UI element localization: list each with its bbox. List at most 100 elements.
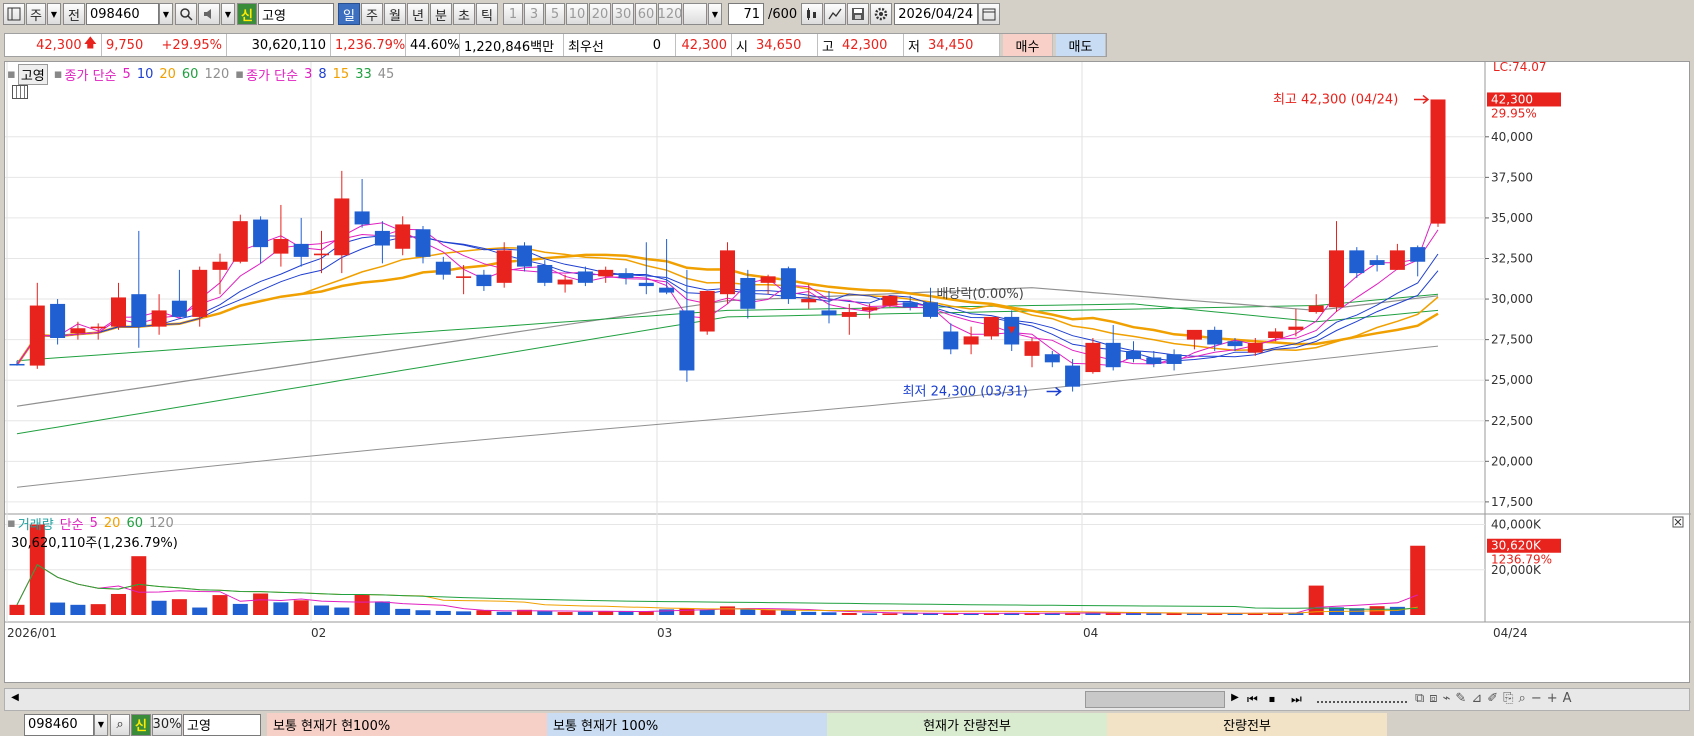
candle-body[interactable] <box>821 310 837 316</box>
candle-body[interactable] <box>780 268 796 300</box>
legend-stock-name[interactable]: 고영 <box>17 64 48 85</box>
candle-body[interactable] <box>171 300 187 317</box>
candle-body[interactable] <box>882 295 898 306</box>
volume-bar[interactable] <box>232 603 248 615</box>
candle-body[interactable] <box>963 336 979 345</box>
zoom-out-icon[interactable]: − <box>1531 691 1542 706</box>
volume-bar[interactable] <box>862 613 878 615</box>
candle-body[interactable] <box>760 276 776 283</box>
volume-bar[interactable] <box>435 610 451 615</box>
volume-bar[interactable] <box>70 604 86 615</box>
search-icon[interactable] <box>175 3 197 25</box>
order-code-input[interactable]: 098460 <box>24 713 94 736</box>
candle-body[interactable] <box>699 290 715 332</box>
candle-body[interactable] <box>902 302 918 308</box>
order-search-icon[interactable]: ⌕ <box>110 713 130 736</box>
candle-body[interactable] <box>1247 342 1263 353</box>
candle-body[interactable] <box>1105 342 1121 368</box>
candle-body[interactable] <box>659 287 675 293</box>
period-tab-3[interactable]: 년 <box>407 3 429 25</box>
candle-body[interactable] <box>923 302 938 317</box>
candle-body[interactable] <box>679 310 695 371</box>
candle-body[interactable] <box>1024 341 1040 356</box>
volume-bar[interactable] <box>314 605 329 616</box>
interval-button-6[interactable]: 60 <box>635 3 657 25</box>
candle-body[interactable] <box>1146 357 1162 364</box>
candle-body[interactable] <box>9 363 25 366</box>
candle-body[interactable] <box>90 326 106 329</box>
buy-button[interactable]: 매수 <box>1003 34 1053 56</box>
volume-bar[interactable] <box>1410 545 1426 615</box>
candle-body[interactable] <box>496 250 512 283</box>
speaker-dropdown-icon[interactable]: ▼ <box>221 3 235 25</box>
candle-body[interactable] <box>1268 331 1284 338</box>
volume-bar[interactable] <box>50 602 66 615</box>
volume-bar[interactable] <box>171 599 187 615</box>
volume-bar[interactable] <box>9 604 25 615</box>
candle-body[interactable] <box>1410 247 1426 262</box>
volume-bar[interactable] <box>740 608 756 615</box>
period-tab-1[interactable]: 주 <box>361 3 383 25</box>
interval-button-3[interactable]: 10 <box>566 3 588 25</box>
candle-body[interactable] <box>1065 365 1081 387</box>
volume-legend-label[interactable]: 거래량 <box>18 514 54 533</box>
volume-bar[interactable] <box>720 606 735 615</box>
candle-body[interactable] <box>435 261 451 275</box>
volume-bar[interactable] <box>659 609 675 615</box>
grid-toggle-icon[interactable] <box>12 85 28 99</box>
candle-body[interactable] <box>537 264 553 283</box>
volume-bar[interactable] <box>679 608 695 615</box>
candle-body[interactable] <box>638 282 654 287</box>
order-code-dropdown-icon[interactable]: ▼ <box>94 713 108 736</box>
candle-body[interactable] <box>131 294 147 327</box>
chevron-down-icon[interactable]: ▼ <box>47 3 61 25</box>
interval-button-5[interactable]: 30 <box>612 3 634 25</box>
candle-body[interactable] <box>1349 250 1365 274</box>
measure-icon[interactable]: ⊿ <box>1471 691 1482 706</box>
candle-body[interactable] <box>983 316 999 337</box>
volume-bar[interactable] <box>496 611 512 615</box>
volume-bar[interactable] <box>374 601 390 615</box>
candle-body[interactable] <box>374 230 390 246</box>
window-icon[interactable]: ⧉ <box>1415 691 1424 706</box>
price-chart[interactable]: 40,000 37,500 35,000 32,500 30,000 27,500 25,0… <box>5 60 1691 684</box>
candle-body[interactable] <box>253 219 269 248</box>
draw-icon[interactable]: ✐ <box>1487 691 1498 706</box>
volume-bar[interactable] <box>415 610 431 615</box>
period-prev-button[interactable]: 전 <box>63 3 85 25</box>
volume-bar[interactable] <box>253 593 269 615</box>
candle-body[interactable] <box>293 243 309 257</box>
candle-body[interactable] <box>577 271 593 283</box>
volume-bar[interactable] <box>821 612 837 615</box>
volume-bar[interactable] <box>801 611 817 615</box>
candle-body[interactable] <box>517 245 532 267</box>
candle-body[interactable] <box>395 224 411 249</box>
zoom-slider[interactable] <box>1317 697 1407 703</box>
chart-scrollbar[interactable]: ◀ ▶ ⏮ ⏹ ⏭ ⧉ ⧈ ⌁ ✎ ⊿ ✐ ⎘ ⌕ − + A <box>4 688 1690 711</box>
candle-body[interactable] <box>740 277 756 309</box>
calendar-icon[interactable] <box>978 3 1001 25</box>
volume-bar[interactable] <box>476 610 492 615</box>
volume-bar[interactable] <box>111 593 126 615</box>
candle-body[interactable] <box>1430 99 1446 224</box>
candle-body[interactable] <box>618 273 634 278</box>
save-icon[interactable] <box>847 3 870 25</box>
order-panel-modify[interactable]: 현재가 잔량전부 <box>827 713 1107 736</box>
order-panel-normal-buy[interactable]: 보통 현재가 현100% <box>267 713 547 736</box>
volume-bar[interactable] <box>1186 613 1202 615</box>
candle-body[interactable] <box>1166 354 1182 364</box>
volume-bar[interactable] <box>293 600 309 615</box>
candle-body[interactable] <box>415 229 431 257</box>
candle-body[interactable] <box>354 211 370 225</box>
bar-count-input[interactable]: 71 <box>728 3 764 25</box>
candle-body[interactable] <box>1389 250 1405 270</box>
stop-icon[interactable]: ⏹ <box>1269 692 1275 707</box>
volume-bar[interactable] <box>192 607 208 615</box>
stock-name-field[interactable]: 고영 <box>258 3 334 25</box>
volume-bar[interactable] <box>212 595 228 615</box>
candle-body[interactable] <box>598 269 614 277</box>
volume-bar[interactable] <box>557 612 573 615</box>
candle-body[interactable] <box>1207 329 1223 345</box>
volume-bar[interactable] <box>780 610 796 615</box>
scroll-thumb[interactable] <box>1085 691 1225 708</box>
